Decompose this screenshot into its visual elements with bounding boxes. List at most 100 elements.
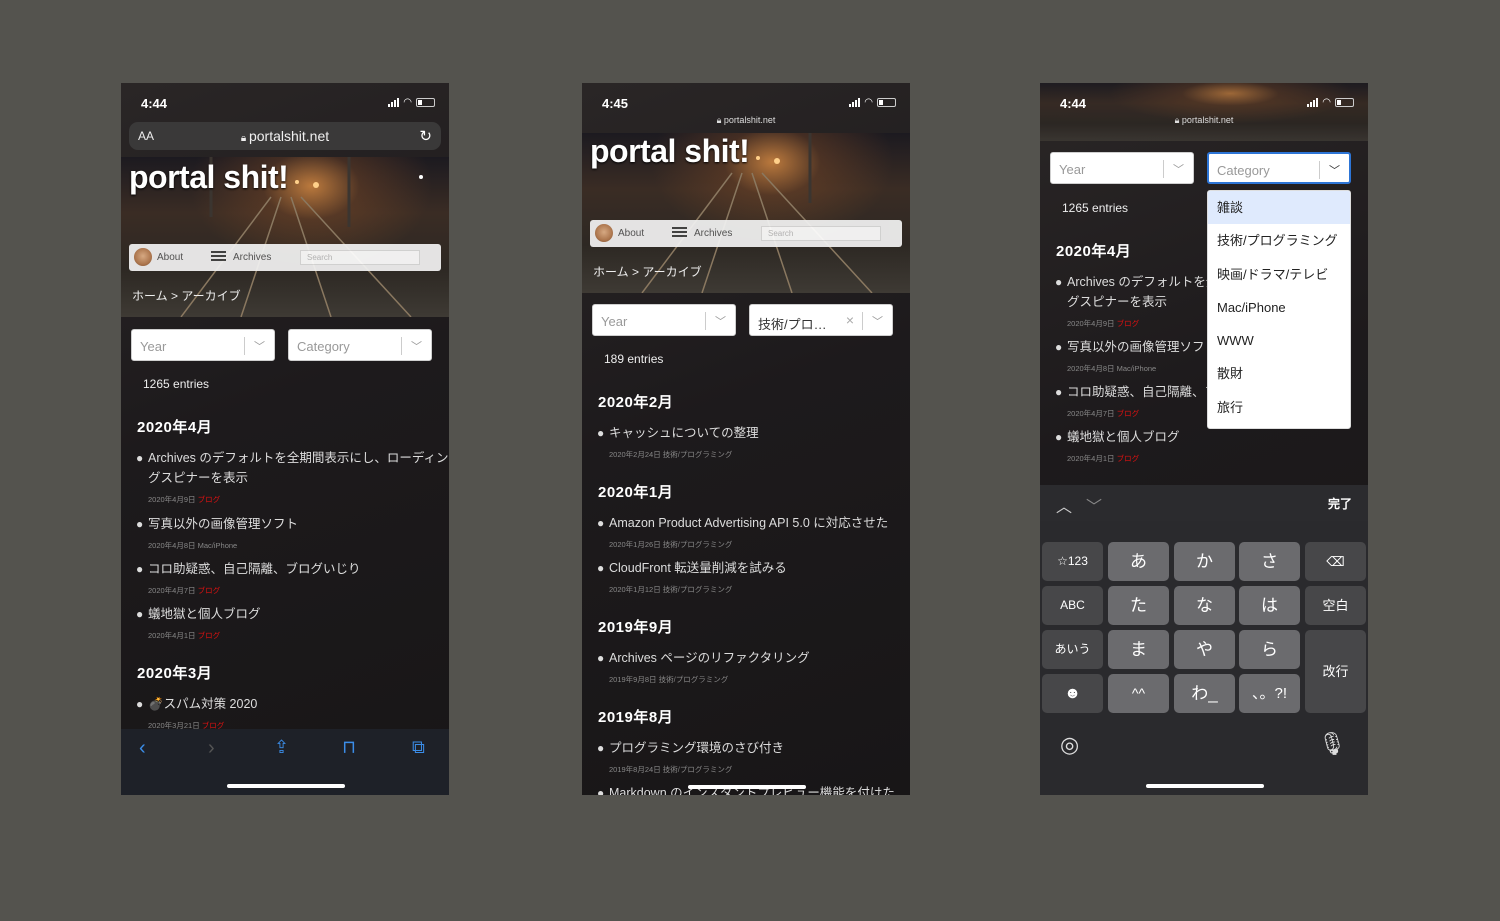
year-select[interactable]: Year ﹀ [131, 329, 275, 361]
post-title[interactable]: ● CloudFront 転送量削減を試みる [597, 558, 787, 578]
delete-icon[interactable]: ⌫ [1305, 542, 1366, 581]
address-bar[interactable]: AA 🔒︎ portalshit.net ↻ [129, 122, 441, 150]
address-bar-compact[interactable]: 🔒︎ portalshit.net [582, 115, 910, 126]
url-text[interactable]: 🔒︎ portalshit.net [129, 128, 441, 144]
chevron-down-icon[interactable]: ﹀ [254, 338, 265, 354]
post-title-text[interactable]: キャッシュについての整理 [609, 426, 759, 440]
post-category[interactable]: 技術/プログラミング [659, 675, 729, 684]
post-category[interactable]: ブログ [1117, 409, 1140, 418]
key-ya[interactable]: や [1174, 630, 1235, 669]
key-kaomoji[interactable]: ^^ [1108, 674, 1169, 713]
nav-archives[interactable]: Archives [233, 252, 271, 263]
post-title-text[interactable]: 写真以外の画像管理ソフト [1067, 340, 1217, 354]
dropdown-option[interactable]: 技術/プログラミング [1208, 224, 1350, 257]
post-category[interactable]: Mac/iPhone [1117, 364, 1157, 373]
post-title[interactable]: ● Archives ページのリファクタリング [597, 648, 810, 668]
post-category[interactable]: ブログ [198, 586, 221, 595]
post-title[interactable]: ● コロ助疑惑、自己隔離、フ [1055, 382, 1217, 402]
dropdown-option[interactable]: 映画/ドラマ/テレビ [1208, 258, 1350, 291]
chevron-up-icon[interactable]: ︿ [1056, 493, 1072, 517]
search-input[interactable]: Search [300, 250, 420, 265]
post-title-line2[interactable]: グスピナーを表示 [1067, 295, 1167, 309]
nav-archives[interactable]: Archives [694, 228, 732, 239]
post-category[interactable]: 技術/プログラミング [663, 450, 733, 459]
chevron-down-icon[interactable]: ﹀ [872, 313, 883, 329]
done-button[interactable]: 完了 [1328, 495, 1352, 512]
post-title-text[interactable]: Amazon Product Advertising API 5.0 に対応させ… [609, 516, 888, 530]
key-numbers[interactable]: ☆123 [1042, 542, 1103, 581]
key-kana[interactable]: あいう [1042, 630, 1103, 669]
avatar[interactable] [595, 224, 613, 242]
post-title[interactable]: ● Archives のデフォルトを全 グスピナーを表示 [1055, 272, 1218, 312]
key-ha[interactable]: は [1239, 586, 1300, 625]
post-title-line1[interactable]: Archives のデフォルトを全 [1067, 275, 1218, 289]
post-title-text[interactable]: 蟻地獄と個人ブログ [1067, 430, 1180, 444]
post-title-line1[interactable]: Archives のデフォルトを全期間表示にし、ローディン [148, 451, 449, 465]
post-title[interactable]: ● 写真以外の画像管理ソフト [1055, 337, 1217, 357]
post-title[interactable]: ● 💣スパム対策 2020 [136, 694, 257, 714]
search-input[interactable]: Search [761, 226, 881, 241]
post-title[interactable]: ● プログラミング環境のさび付き [597, 738, 784, 758]
nav-about[interactable]: About [157, 252, 183, 263]
post-title[interactable]: ● 蟻地獄と個人ブログ [1055, 427, 1180, 447]
clear-icon[interactable]: × [846, 312, 854, 328]
dropdown-option[interactable]: 雑談 [1208, 191, 1350, 225]
post-category[interactable]: 技術/プログラミング [663, 540, 733, 549]
key-punctuation[interactable]: 、。?! [1239, 674, 1300, 713]
reload-icon[interactable]: ↻ [419, 127, 432, 145]
key-ma[interactable]: ま [1108, 630, 1169, 669]
dropdown-option[interactable]: 散財 [1208, 357, 1350, 390]
post-category[interactable]: ブログ [1117, 454, 1140, 463]
dropdown-option[interactable]: WWW [1208, 324, 1350, 357]
post-category[interactable]: ブログ [1117, 319, 1140, 328]
breadcrumb[interactable]: ホーム > アーカイブ [132, 287, 241, 304]
post-title-text[interactable]: コロ助疑惑、自己隔離、ブログいじり [148, 562, 361, 576]
site-title[interactable]: portal shit! [590, 133, 750, 170]
post-title-text[interactable]: 写真以外の画像管理ソフト [148, 517, 298, 531]
globe-icon[interactable]: ◎ [1060, 732, 1079, 758]
back-icon[interactable]: ‹ [139, 737, 146, 760]
post-title-line2[interactable]: グスピナーを表示 [148, 471, 248, 485]
key-return[interactable]: 改行 [1305, 630, 1366, 713]
post-title[interactable]: ● キャッシュについての整理 [597, 423, 759, 443]
key-na[interactable]: な [1174, 586, 1235, 625]
post-category[interactable]: 技術/プログラミング [663, 585, 733, 594]
key-sa[interactable]: さ [1239, 542, 1300, 581]
post-category[interactable]: Mac/iPhone [198, 541, 238, 550]
chevron-down-icon[interactable]: ﹀ [1086, 493, 1102, 517]
key-abc[interactable]: ABC [1042, 586, 1103, 625]
post-title-text[interactable]: プログラミング環境のさび付き [609, 741, 784, 755]
post-title-text[interactable]: 💣スパム対策 2020 [148, 697, 257, 711]
nav-about[interactable]: About [618, 228, 644, 239]
avatar[interactable] [134, 248, 152, 266]
address-bar-compact[interactable]: 🔒︎ portalshit.net [1040, 115, 1368, 126]
post-category[interactable]: 技術/プログラミング [663, 765, 733, 774]
key-ra[interactable]: ら [1239, 630, 1300, 669]
dropdown-option[interactable]: 旅行 [1208, 391, 1350, 424]
post-title[interactable]: ● コロ助疑惑、自己隔離、ブログいじり [136, 559, 361, 579]
forward-icon[interactable]: › [208, 737, 215, 760]
chevron-down-icon[interactable]: ﹀ [1173, 161, 1184, 177]
breadcrumb[interactable]: ホーム > アーカイブ [593, 263, 702, 280]
dropdown-option[interactable]: Mac/iPhone [1208, 291, 1350, 324]
chevron-down-icon[interactable]: ﹀ [1329, 162, 1340, 178]
chevron-down-icon[interactable]: ﹀ [715, 313, 726, 329]
post-title[interactable]: ● 蟻地獄と個人ブログ [136, 604, 261, 624]
category-select[interactable]: 技術/プロ… × ﹀ [749, 304, 893, 336]
emoji-icon[interactable]: ☻ [1042, 674, 1103, 713]
bookmarks-icon[interactable]: ⊓ [342, 737, 356, 758]
site-title[interactable]: portal shit! [129, 159, 289, 196]
post-title-text[interactable]: コロ助疑惑、自己隔離、フ [1067, 385, 1217, 399]
microphone-icon[interactable]: 🎙︎ [1318, 731, 1346, 757]
post-category[interactable]: ブログ [198, 495, 221, 504]
key-ka[interactable]: か [1174, 542, 1235, 581]
share-icon[interactable]: ⇪ [274, 737, 289, 758]
post-category[interactable]: ブログ [198, 631, 221, 640]
post-title[interactable]: ● Amazon Product Advertising API 5.0 に対応さ… [597, 513, 888, 533]
year-select[interactable]: Year ﹀ [592, 304, 736, 336]
post-title[interactable]: ● 写真以外の画像管理ソフト [136, 514, 298, 534]
tabs-icon[interactable]: ⧉ [412, 737, 425, 758]
chevron-down-icon[interactable]: ﹀ [411, 338, 422, 354]
key-ta[interactable]: た [1108, 586, 1169, 625]
key-space[interactable]: 空白 [1305, 586, 1366, 625]
